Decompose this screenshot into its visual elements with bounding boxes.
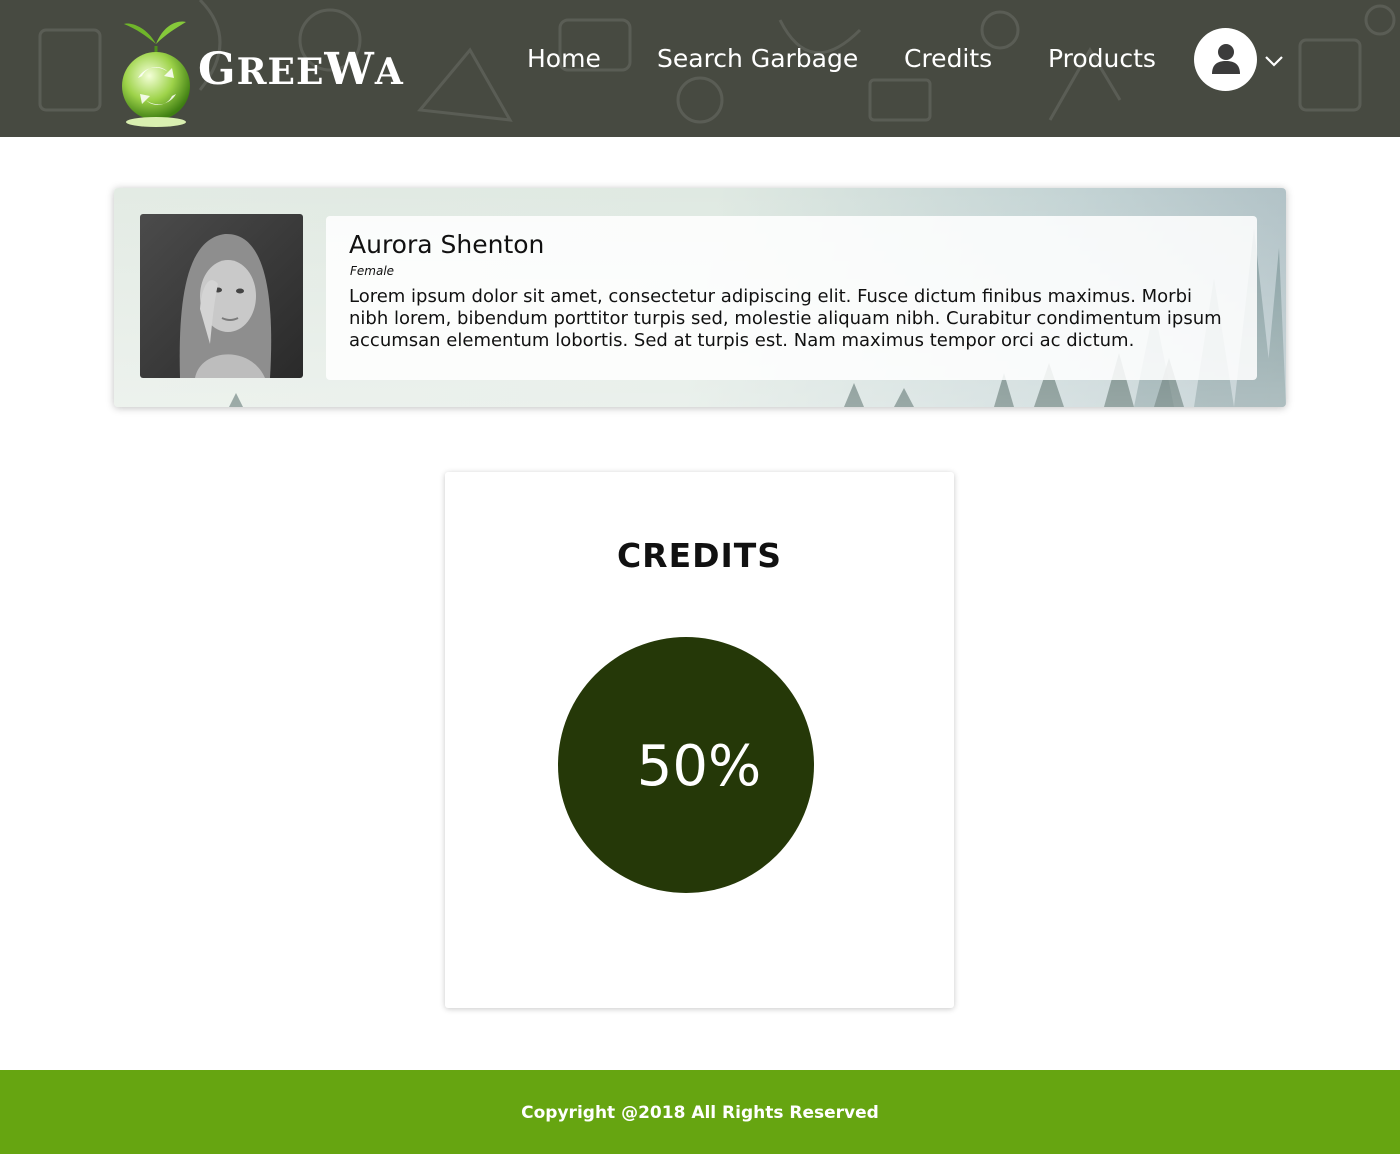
account-button[interactable] (1194, 28, 1257, 91)
recycle-globe-icon (122, 21, 190, 127)
nav-search-garbage[interactable]: Search Garbage (657, 44, 858, 73)
profile-bio: Lorem ipsum dolor sit amet, consectetur … (349, 286, 1222, 351)
copyright-text: Copyright @2018 All Rights Reserved (521, 1103, 879, 1123)
site-footer: Copyright @2018 All Rights Reserved (0, 1070, 1400, 1154)
site-header: GREEWA Home Search Garbage Credits Produ… (0, 0, 1400, 137)
profile-info-panel: Aurora Shenton Female Lorem ipsum dolor … (326, 216, 1257, 380)
user-icon (1212, 44, 1240, 74)
brand-name: GREEWA (198, 44, 404, 95)
brand-logo[interactable]: GREEWA (112, 4, 412, 130)
profile-photo (140, 214, 303, 378)
credits-value: 50% (636, 734, 762, 799)
profile-card: Aurora Shenton Female Lorem ipsum dolor … (114, 188, 1286, 407)
profile-gender: Female (350, 264, 395, 278)
nav-products[interactable]: Products (1048, 44, 1156, 73)
credits-title: CREDITS (616, 536, 783, 575)
nav-home[interactable]: Home (527, 44, 601, 73)
chevron-down-icon[interactable] (1264, 53, 1284, 69)
profile-name: Aurora Shenton (349, 230, 545, 259)
nav-credits[interactable]: Credits (904, 44, 992, 73)
credits-card: CREDITS 50% (445, 472, 954, 1008)
